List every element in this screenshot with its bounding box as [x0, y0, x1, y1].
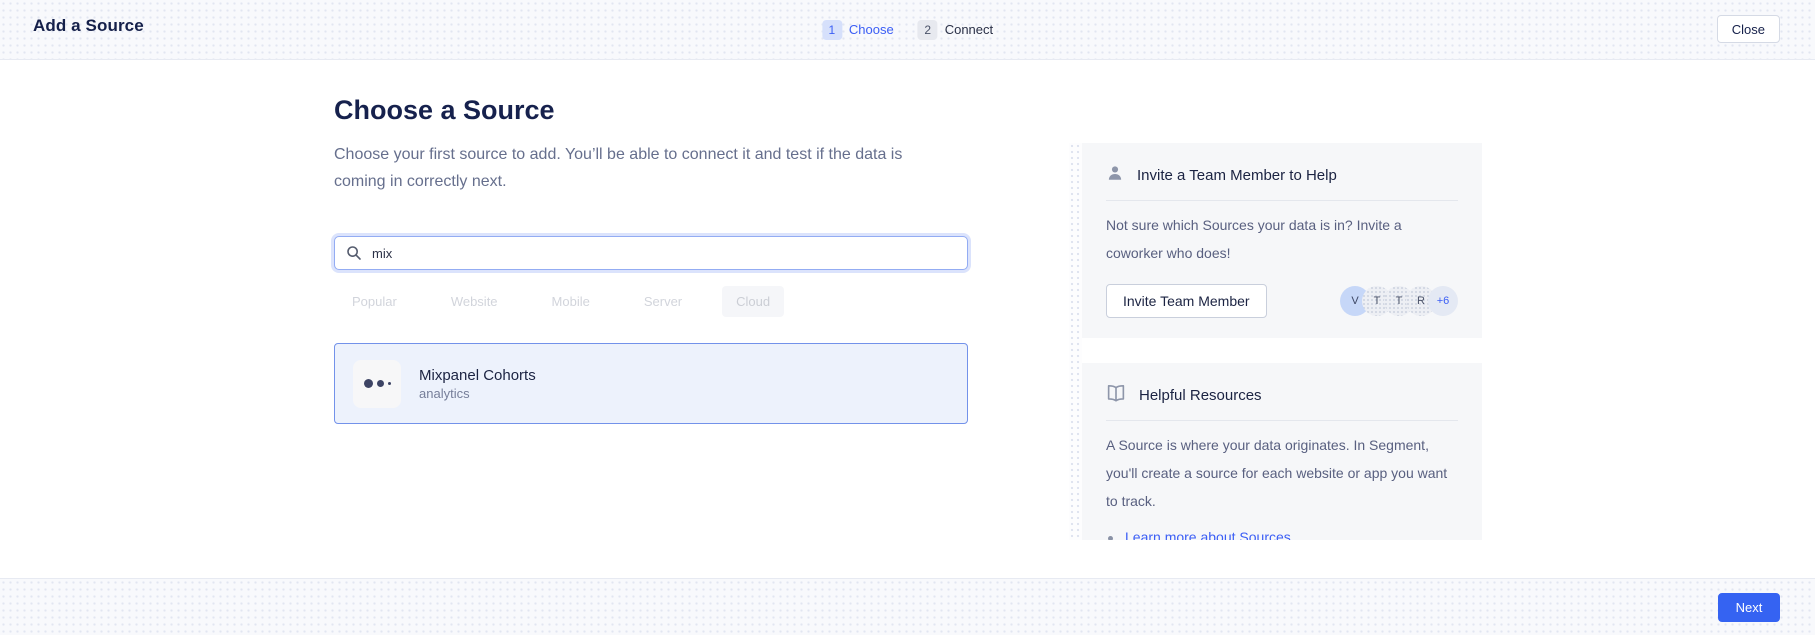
search-icon	[346, 245, 362, 261]
source-category: analytics	[419, 385, 536, 402]
resources-panel-header: Helpful Resources	[1106, 363, 1458, 408]
book-icon	[1106, 384, 1126, 407]
category-tabs: Popular Website Mobile Server Cloud	[338, 286, 784, 317]
person-icon	[1106, 164, 1124, 187]
search-input[interactable]	[334, 236, 968, 270]
source-search	[334, 236, 968, 270]
tab-website[interactable]: Website	[437, 286, 512, 317]
tab-server[interactable]: Server	[630, 286, 696, 317]
tab-mobile[interactable]: Mobile	[538, 286, 604, 317]
learn-more-sources-link[interactable]: Learn more about Sources	[1125, 529, 1291, 540]
invite-team-member-button[interactable]: Invite Team Member	[1106, 284, 1267, 318]
invite-panel-body: Not sure which Sources your data is in? …	[1106, 211, 1458, 267]
invite-actions-row: Invite Team Member V T T R +6	[1106, 284, 1458, 318]
step-label: Choose	[849, 22, 894, 37]
avatar-overflow-count: +6	[1428, 286, 1458, 316]
mixpanel-dots-logo-icon	[353, 360, 401, 408]
next-button[interactable]: Next	[1718, 593, 1780, 622]
sidebar-texture-strip	[1069, 143, 1082, 540]
step-choose[interactable]: 1 Choose	[822, 20, 894, 40]
source-name: Mixpanel Cohorts	[419, 366, 536, 385]
resources-panel-title: Helpful Resources	[1139, 387, 1262, 404]
resource-link-item: Learn more about Sources	[1106, 529, 1458, 540]
divider	[1106, 200, 1458, 201]
section-heading: Choose a Source	[334, 95, 555, 126]
step-label: Connect	[945, 22, 993, 37]
divider	[1106, 420, 1458, 421]
step-connect[interactable]: 2 Connect	[918, 20, 993, 40]
invite-team-panel: Invite a Team Member to Help Not sure wh…	[1082, 143, 1482, 338]
invite-panel-title: Invite a Team Member to Help	[1137, 167, 1337, 184]
invite-panel-header: Invite a Team Member to Help	[1106, 143, 1458, 188]
resources-panel-body: A Source is where your data originates. …	[1106, 431, 1458, 515]
helpful-resources-panel: Helpful Resources A Source is where your…	[1082, 363, 1482, 540]
top-bar: Add a Source 1 Choose 2 Connect Close	[0, 0, 1815, 60]
resource-links: Learn more about Sources	[1106, 529, 1458, 540]
tab-popular[interactable]: Popular	[338, 286, 411, 317]
footer-bar: Next	[0, 578, 1815, 635]
source-text: Mixpanel Cohorts analytics	[419, 366, 536, 402]
stepper: 1 Choose 2 Connect	[822, 0, 993, 59]
tab-cloud[interactable]: Cloud	[722, 286, 784, 317]
source-result-mixpanel-cohorts[interactable]: Mixpanel Cohorts analytics	[334, 343, 968, 424]
step-number-badge: 1	[822, 20, 842, 40]
team-avatars: V T T R +6	[1340, 286, 1458, 316]
section-description: Choose your first source to add. You’ll …	[334, 141, 934, 195]
close-button[interactable]: Close	[1717, 15, 1780, 43]
step-number-badge: 2	[918, 20, 938, 40]
page-title: Add a Source	[33, 16, 144, 36]
